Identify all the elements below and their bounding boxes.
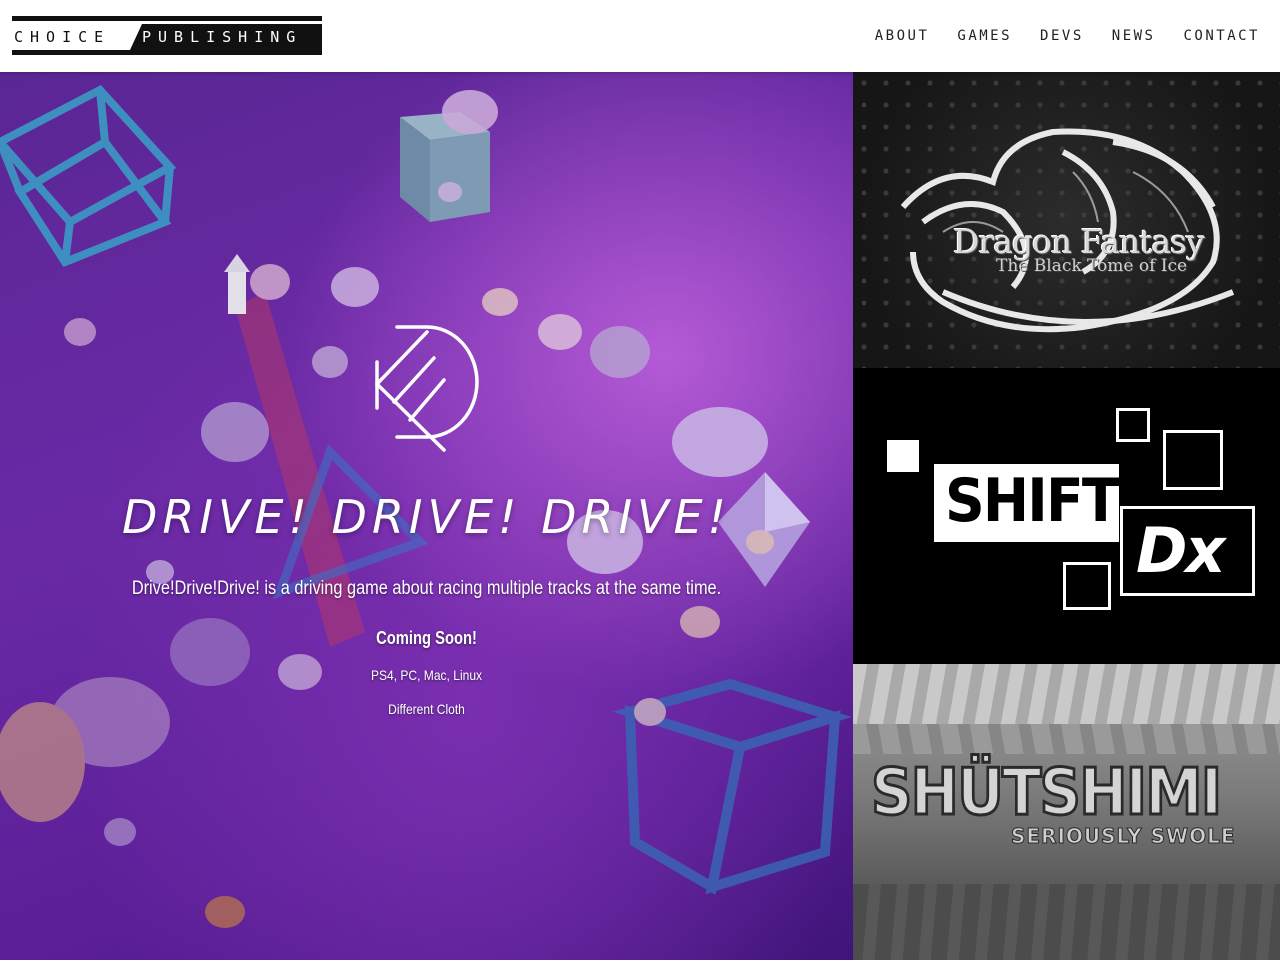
main-nav: ABOUT GAMES DEVS NEWS CONTACT (847, 24, 1260, 48)
nav-games[interactable]: GAMES (957, 24, 1012, 48)
shift-square-decor (1116, 408, 1150, 442)
hero-game-title: DRIVE! DRIVE! DRIVE! (121, 490, 731, 544)
site-header: CHOICE PUBLISHING ABOUT GAMES DEVS NEWS … (0, 0, 1280, 72)
hero-release-status: Coming Soon! (376, 628, 477, 648)
water-texture (853, 884, 1280, 960)
logo-bar-bottom (12, 50, 322, 55)
hero-platforms: PS4, PC, Mac, Linux (370, 667, 483, 683)
logo-word-choice: CHOICE (14, 28, 111, 46)
shutshimi-title: SHÜTSHIMI (870, 755, 1224, 832)
hero-developer: Different Cloth (388, 701, 465, 717)
shift-square-decor (1163, 430, 1223, 490)
nav-devs[interactable]: DEVS (1040, 24, 1084, 48)
shift-square-decor (887, 440, 919, 472)
shift-square-decor (1063, 562, 1111, 610)
featured-game-hero[interactable]: DRIVE! DRIVE! DRIVE! Drive!Drive!Drive! … (0, 72, 853, 960)
logo-word-publishing: PUBLISHING (142, 28, 303, 46)
hero-content: DRIVE! DRIVE! DRIVE! Drive!Drive!Drive! … (0, 322, 853, 717)
hero-description: Drive!Drive!Drive! is a driving game abo… (131, 578, 722, 599)
shift-dx-suffix: Dx (1136, 514, 1225, 587)
water-texture (853, 724, 1280, 754)
nav-contact[interactable]: CONTACT (1183, 24, 1260, 48)
nav-about[interactable]: ABOUT (875, 24, 930, 48)
game-tile-shutshimi[interactable]: SHÜTSHIMI SERIOUSLY SWOLE (853, 664, 1280, 960)
shutshimi-subtitle: SERIOUSLY SWOLE (1011, 824, 1236, 849)
choice-publishing-logo[interactable]: CHOICE PUBLISHING (12, 16, 322, 56)
d-monogram-icon (374, 325, 479, 452)
nav-news[interactable]: NEWS (1112, 24, 1156, 48)
logo-bar-top (12, 16, 322, 21)
game-tile-shift-dx[interactable]: SHIFT Dx (853, 368, 1280, 664)
water-texture (853, 664, 1280, 724)
dragon-fantasy-subtitle: The Black Tome of Ice (996, 256, 1188, 276)
game-tile-dragon-fantasy[interactable]: Dragon Fantasy The Black Tome of Ice (853, 72, 1280, 368)
shift-title: SHIFT (945, 466, 1119, 536)
